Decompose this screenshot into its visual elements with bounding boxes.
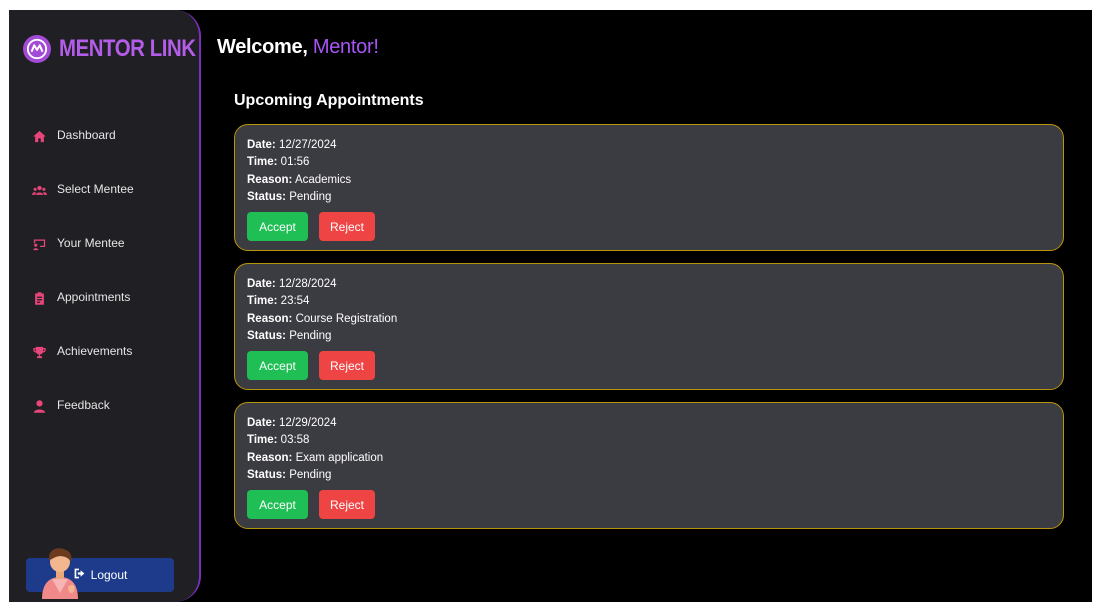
appointment-date: Date: 12/28/2024: [247, 278, 337, 290]
reject-button[interactable]: Reject: [319, 351, 375, 381]
sidebar-item-label: Dashboard: [57, 128, 116, 142]
sidebar-item-appointments[interactable]: Appointments: [9, 278, 199, 332]
appointment-status: Status: Pending: [247, 190, 332, 203]
page-title: Welcome, Mentor!: [217, 36, 379, 59]
appointment-reason: Reason: Academics: [247, 173, 352, 186]
appointment-card: Date: 12/28/2024 Time: 23:54 Reason: Cou…: [234, 263, 1064, 390]
sidebar-item-label: Select Mentee: [57, 182, 134, 196]
appointment-card: Date: 12/29/2024 Time: 03:58 Reason: Exa…: [234, 402, 1064, 529]
appointment-actions: Accept Reject: [247, 351, 1063, 381]
trophy-icon: [31, 344, 47, 360]
accept-button[interactable]: Accept: [247, 212, 308, 242]
sidebar-item-label: Your Mentee: [57, 236, 125, 250]
sidebar-item-label: Appointments: [57, 290, 131, 304]
clipboard-icon: [31, 290, 47, 306]
reject-button[interactable]: Reject: [319, 212, 375, 242]
user-icon: [31, 398, 47, 414]
app-frame: MENTOR LINK Dashboard Select Mentee Your…: [9, 10, 1092, 602]
appointment-status: Status: Pending: [247, 329, 332, 342]
appointments-list: Date: 12/27/2024 Time: 01:56 Reason: Aca…: [234, 124, 1064, 541]
sidebar-item-label: Achievements: [57, 344, 133, 358]
brand[interactable]: MENTOR LINK: [23, 34, 220, 64]
accept-button[interactable]: Accept: [247, 490, 308, 520]
appointment-date: Date: 12/27/2024: [247, 139, 337, 151]
appointment-actions: Accept Reject: [247, 212, 1063, 242]
sidebar-item-label: Feedback: [57, 398, 110, 412]
users-icon: [31, 182, 47, 198]
sidebar-item-achievements[interactable]: Achievements: [9, 332, 199, 386]
sidebar-item-your-mentee[interactable]: Your Mentee: [9, 224, 199, 278]
appointment-time: Time: 03:58: [247, 434, 310, 447]
section-title: Upcoming Appointments: [234, 92, 424, 109]
mentor-link-logo-icon: [23, 35, 51, 63]
appointment-time: Time: 23:54: [247, 295, 310, 308]
reject-button[interactable]: Reject: [319, 490, 375, 520]
chalkboard-icon: [31, 236, 47, 252]
sidebar-nav: Dashboard Select Mentee Your Mentee Appo…: [9, 116, 199, 440]
appointment-date: Date: 12/29/2024: [247, 417, 337, 429]
mentor-avatar: [42, 548, 78, 599]
home-icon: [31, 128, 47, 144]
sidebar-item-dashboard[interactable]: Dashboard: [9, 116, 199, 170]
logout-label: Logout: [90, 568, 128, 582]
sidebar: MENTOR LINK Dashboard Select Mentee Your…: [9, 10, 201, 602]
appointment-status: Status: Pending: [247, 468, 332, 481]
sidebar-item-feedback[interactable]: Feedback: [9, 386, 199, 440]
welcome-text: Welcome,: [217, 36, 308, 58]
role-text: Mentor!: [312, 36, 379, 58]
accept-button[interactable]: Accept: [247, 351, 308, 381]
brand-name: MENTOR LINK: [59, 35, 196, 62]
appointment-reason: Reason: Exam application: [247, 451, 384, 464]
appointment-card: Date: 12/27/2024 Time: 01:56 Reason: Aca…: [234, 124, 1064, 251]
appointment-time: Time: 01:56: [247, 156, 310, 169]
appointment-reason: Reason: Course Registration: [247, 312, 398, 325]
sidebar-item-select-mentee[interactable]: Select Mentee: [9, 170, 199, 224]
appointment-actions: Accept Reject: [247, 490, 1063, 520]
